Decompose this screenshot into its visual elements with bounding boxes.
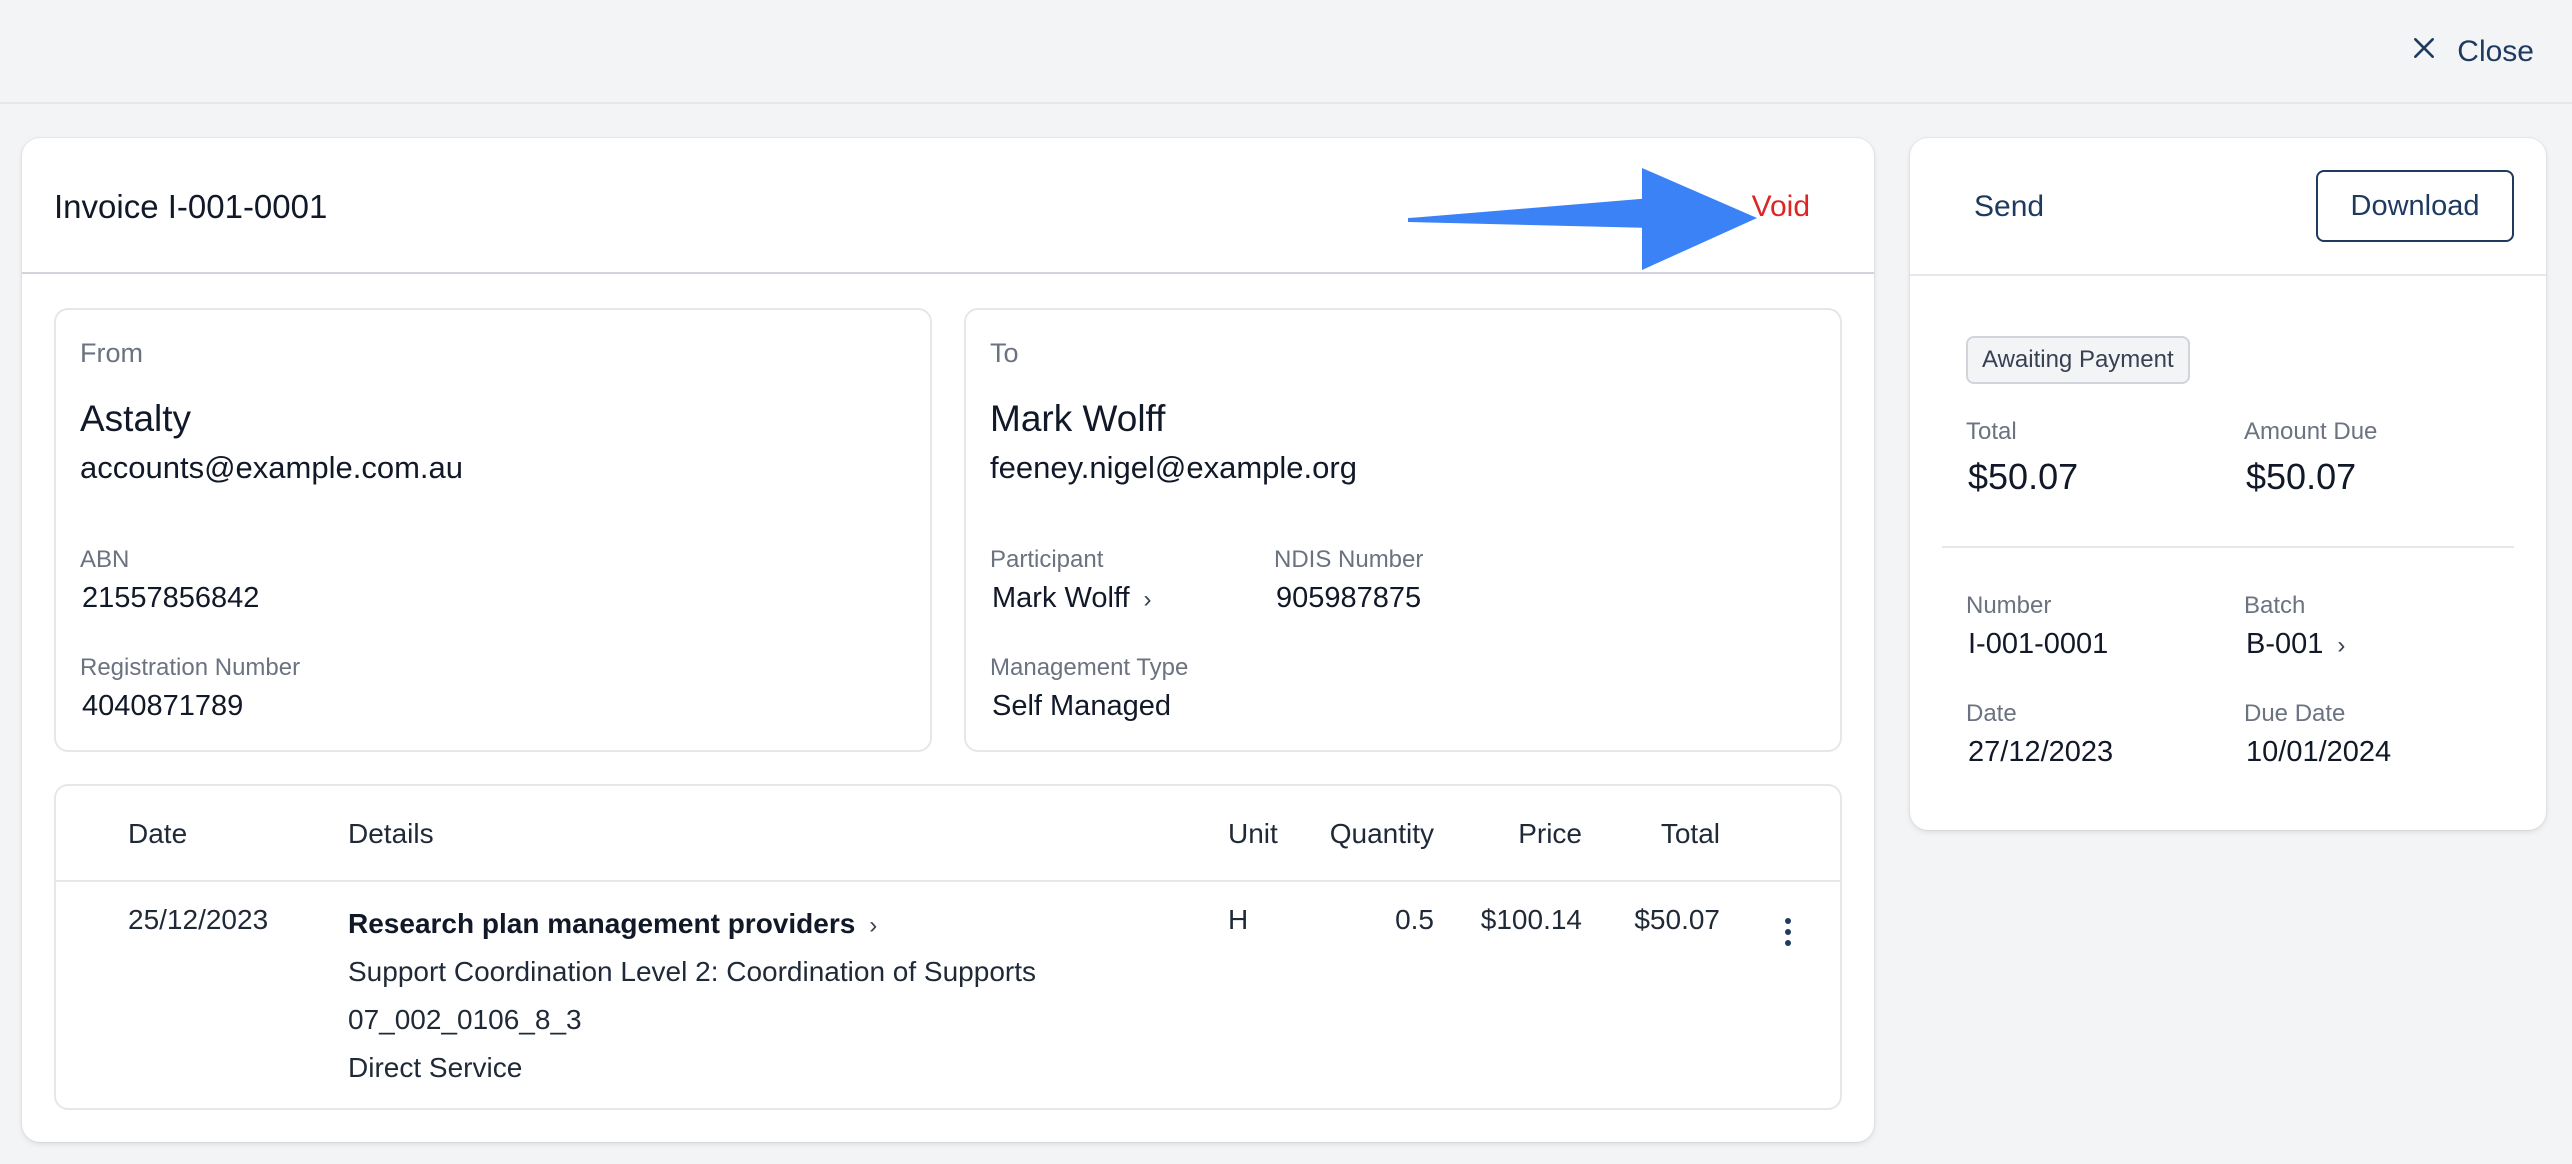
invoice-summary-card: Send Download Awaiting Payment Total $50… xyxy=(1910,138,2546,830)
to-label: To xyxy=(990,338,1019,368)
management-type-label: Management Type xyxy=(990,654,1189,681)
registration-label: Registration Number xyxy=(80,654,301,681)
abn-label: ABN xyxy=(80,546,130,573)
row-unit: H xyxy=(1228,904,1249,935)
chevron-right-icon: › xyxy=(869,912,878,939)
invoice-header: Invoice I-001-0001 Void xyxy=(22,138,1874,274)
send-button[interactable]: Send xyxy=(1974,190,2044,224)
total-value: $50.07 xyxy=(1968,456,2079,497)
to-name: Mark Wolff xyxy=(990,398,1166,439)
invoice-card: Invoice I-001-0001 Void From Astalty acc… xyxy=(22,138,1874,1142)
row-date: 25/12/2023 xyxy=(128,904,269,935)
download-button[interactable]: Download xyxy=(2316,170,2514,242)
from-name: Astalty xyxy=(80,398,192,439)
ndis-value: 905987875 xyxy=(1276,582,1422,614)
more-vertical-icon xyxy=(1785,918,1791,946)
participant-label: Participant xyxy=(990,546,1104,573)
column-date: Date xyxy=(128,818,188,849)
summary-divider xyxy=(1942,546,2514,548)
row-title: Research plan management providers xyxy=(348,908,856,939)
date-value: 27/12/2023 xyxy=(1968,736,2114,768)
from-label: From xyxy=(80,338,143,368)
row-quantity: 0.5 xyxy=(1395,904,1434,935)
abn-value: 21557856842 xyxy=(82,582,260,614)
from-panel: From Astalty accounts@example.com.au ABN… xyxy=(54,308,932,752)
row-detail-code: 07_002_0106_8_3 xyxy=(348,1004,582,1035)
column-details: Details xyxy=(348,818,434,849)
amount-due-label: Amount Due xyxy=(2244,418,2378,445)
column-price: Price xyxy=(1518,818,1582,849)
invoice-title: Invoice I-001-0001 xyxy=(54,188,328,225)
line-items-table: Date Details Unit Quantity Price Total 2… xyxy=(54,784,1842,1110)
management-type-value: Self Managed xyxy=(992,690,1171,722)
row-menu-button[interactable] xyxy=(1782,916,1794,953)
amount-due-value: $50.07 xyxy=(2246,456,2357,497)
number-label: Number xyxy=(1966,592,2052,619)
row-total: $50.07 xyxy=(1634,904,1720,935)
to-email: feeney.nigel@example.org xyxy=(990,450,1357,485)
top-bar: Close xyxy=(0,0,2572,104)
close-label: Close xyxy=(2457,35,2534,68)
date-label: Date xyxy=(1966,700,2017,727)
row-detail-line: Support Coordination Level 2: Coordinati… xyxy=(348,956,1036,987)
chevron-right-icon: › xyxy=(1143,586,1152,613)
summary-actions: Send Download xyxy=(1910,138,2546,276)
column-unit: Unit xyxy=(1228,818,1278,849)
number-value: I-001-0001 xyxy=(1968,628,2109,660)
close-button[interactable]: Close xyxy=(2411,30,2534,74)
void-button[interactable]: Void xyxy=(1752,190,1810,224)
annotation-arrow-icon xyxy=(1408,168,1757,270)
column-total: Total xyxy=(1660,818,1720,849)
row-price: $100.14 xyxy=(1480,904,1582,935)
batch-link[interactable]: B-001 › xyxy=(2246,628,2345,661)
table-header: Date Details Unit Quantity Price Total xyxy=(56,786,1840,882)
total-label: Total xyxy=(1966,418,2017,445)
batch-value: B-001 xyxy=(2246,628,2324,660)
batch-label: Batch xyxy=(2244,592,2306,619)
close-icon xyxy=(2411,35,2437,69)
ndis-label: NDIS Number xyxy=(1274,546,1424,573)
registration-value: 4040871789 xyxy=(82,690,244,722)
row-title-link[interactable]: Research plan management providers › xyxy=(348,908,877,940)
chevron-right-icon: › xyxy=(2337,632,2346,659)
from-email: accounts@example.com.au xyxy=(80,450,463,485)
due-date-label: Due Date xyxy=(2244,700,2346,727)
participant-link[interactable]: Mark Wolff › xyxy=(992,582,1152,615)
status-badge: Awaiting Payment xyxy=(1966,336,2190,384)
column-quantity: Quantity xyxy=(1329,818,1434,849)
to-panel: To Mark Wolff feeney.nigel@example.org P… xyxy=(964,308,1842,752)
row-detail-type: Direct Service xyxy=(348,1052,523,1083)
due-date-value: 10/01/2024 xyxy=(2246,736,2392,768)
participant-value: Mark Wolff xyxy=(992,582,1130,614)
